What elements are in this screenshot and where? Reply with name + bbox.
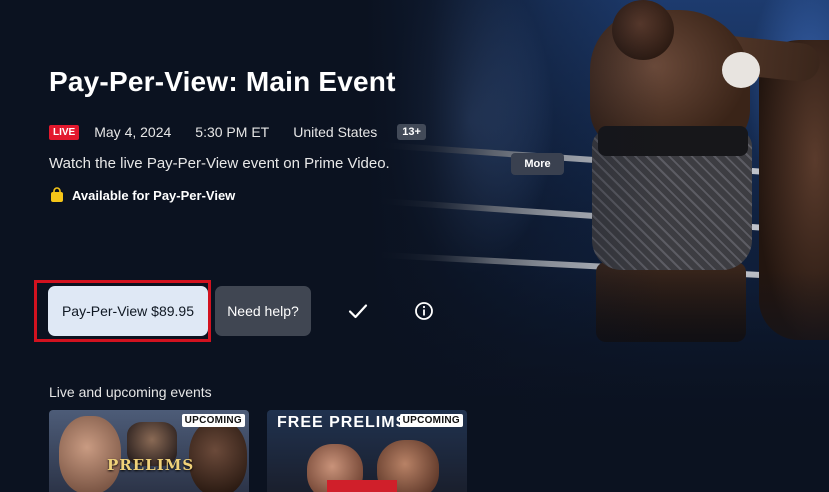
info-icon	[415, 302, 433, 320]
events-section-title: Live and upcoming events	[49, 384, 212, 400]
event-description: Watch the live Pay-Per-View event on Pri…	[49, 155, 390, 172]
event-card[interactable]: FREE PRELIMS UPCOMING	[267, 410, 467, 492]
event-time: 5:30 PM ET	[195, 124, 270, 140]
pay-per-view-buy-button[interactable]: Pay-Per-View $89.95	[48, 286, 208, 336]
event-title: Pay-Per-View: Main Event	[49, 66, 396, 97]
event-metadata: LIVE May 4, 2024 5:30 PM ET United State…	[49, 124, 426, 140]
event-card[interactable]: PRELIMS UPCOMING	[49, 410, 249, 492]
upcoming-badge: UPCOMING	[399, 414, 463, 427]
more-button[interactable]: More	[511, 153, 564, 175]
watchlist-button[interactable]	[345, 298, 371, 324]
need-help-button[interactable]: Need help?	[215, 286, 311, 336]
fighter-portrait	[59, 416, 121, 492]
availability-text: Available for Pay-Per-View	[72, 187, 236, 203]
live-badge: LIVE	[49, 124, 80, 140]
event-region: United States	[293, 124, 378, 140]
maturity-rating-badge: 13+	[397, 124, 426, 140]
ring-banner	[327, 480, 397, 492]
details-info-button[interactable]	[411, 298, 437, 324]
availability-notice: Available for Pay-Per-View	[49, 187, 235, 203]
upcoming-badge: UPCOMING	[181, 414, 245, 427]
fighter-portrait	[189, 420, 247, 492]
checkmark-icon	[348, 304, 368, 319]
shopping-bag-icon	[51, 187, 63, 202]
card-art-title: FREE PRELIMS	[277, 414, 408, 431]
event-date: May 4, 2024	[94, 124, 172, 140]
card-art-title: PRELIMS	[107, 456, 195, 474]
